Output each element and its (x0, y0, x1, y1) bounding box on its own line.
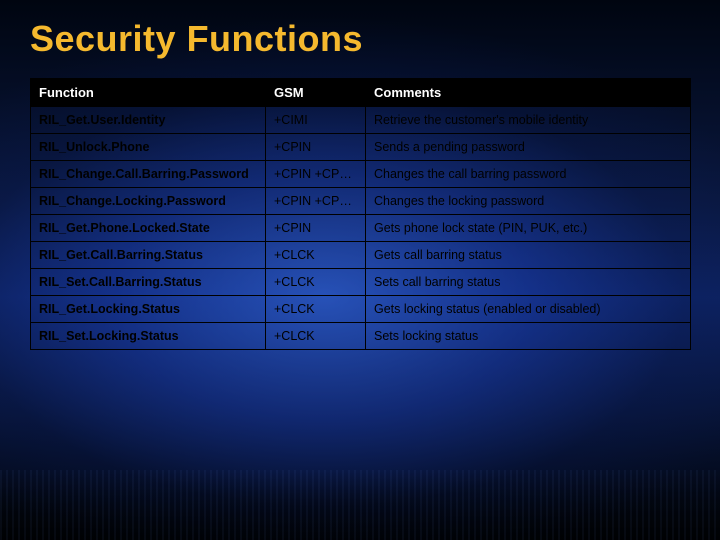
table-row: RIL_Change.Locking.Password +CPIN +CPWD … (31, 188, 691, 215)
table-row: RIL_Unlock.Phone +CPIN Sends a pending p… (31, 134, 691, 161)
header-gsm: GSM (266, 79, 366, 107)
table-row: RIL_Get.Phone.Locked.State +CPIN Gets ph… (31, 215, 691, 242)
cell-comment: Changes the locking password (366, 188, 691, 215)
header-comments: Comments (366, 79, 691, 107)
table-row: RIL_Get.Locking.Status +CLCK Gets lockin… (31, 296, 691, 323)
cell-function: RIL_Unlock.Phone (31, 134, 266, 161)
cell-comment: Sends a pending password (366, 134, 691, 161)
cell-gsm: +CIMI (266, 107, 366, 134)
functions-table: Function GSM Comments RIL_Get.User.Ident… (30, 78, 691, 350)
header-function: Function (31, 79, 266, 107)
cell-gsm: +CPIN (266, 134, 366, 161)
cell-comment: Gets phone lock state (PIN, PUK, etc.) (366, 215, 691, 242)
table-row: RIL_Get.User.Identity +CIMI Retrieve the… (31, 107, 691, 134)
cell-gsm: +CPIN +CPWD (266, 188, 366, 215)
cell-gsm: +CLCK (266, 269, 366, 296)
cell-comment: Retrieve the customer's mobile identity (366, 107, 691, 134)
cell-function: RIL_Get.Phone.Locked.State (31, 215, 266, 242)
cell-gsm: +CPIN +CPWD (266, 161, 366, 188)
cell-function: RIL_Get.User.Identity (31, 107, 266, 134)
slide-title: Security Functions (30, 18, 690, 60)
cell-comment: Sets call barring status (366, 269, 691, 296)
cell-comment: Gets call barring status (366, 242, 691, 269)
table-row: RIL_Get.Call.Barring.Status +CLCK Gets c… (31, 242, 691, 269)
cell-comment: Changes the call barring password (366, 161, 691, 188)
table-row: RIL_Change.Call.Barring.Password +CPIN +… (31, 161, 691, 188)
cell-gsm: +CLCK (266, 296, 366, 323)
cell-function: RIL_Get.Call.Barring.Status (31, 242, 266, 269)
cell-comment: Gets locking status (enabled or disabled… (366, 296, 691, 323)
cell-function: RIL_Change.Locking.Password (31, 188, 266, 215)
cell-gsm: +CLCK (266, 242, 366, 269)
table-row: RIL_Set.Call.Barring.Status +CLCK Sets c… (31, 269, 691, 296)
cell-comment: Sets locking status (366, 323, 691, 350)
cell-function: RIL_Get.Locking.Status (31, 296, 266, 323)
table-header-row: Function GSM Comments (31, 79, 691, 107)
table-row: RIL_Set.Locking.Status +CLCK Sets lockin… (31, 323, 691, 350)
cell-function: RIL_Set.Call.Barring.Status (31, 269, 266, 296)
cell-function: RIL_Change.Call.Barring.Password (31, 161, 266, 188)
cell-gsm: +CPIN (266, 215, 366, 242)
cell-gsm: +CLCK (266, 323, 366, 350)
cell-function: RIL_Set.Locking.Status (31, 323, 266, 350)
slide: Security Functions Function GSM Comments… (0, 0, 720, 540)
